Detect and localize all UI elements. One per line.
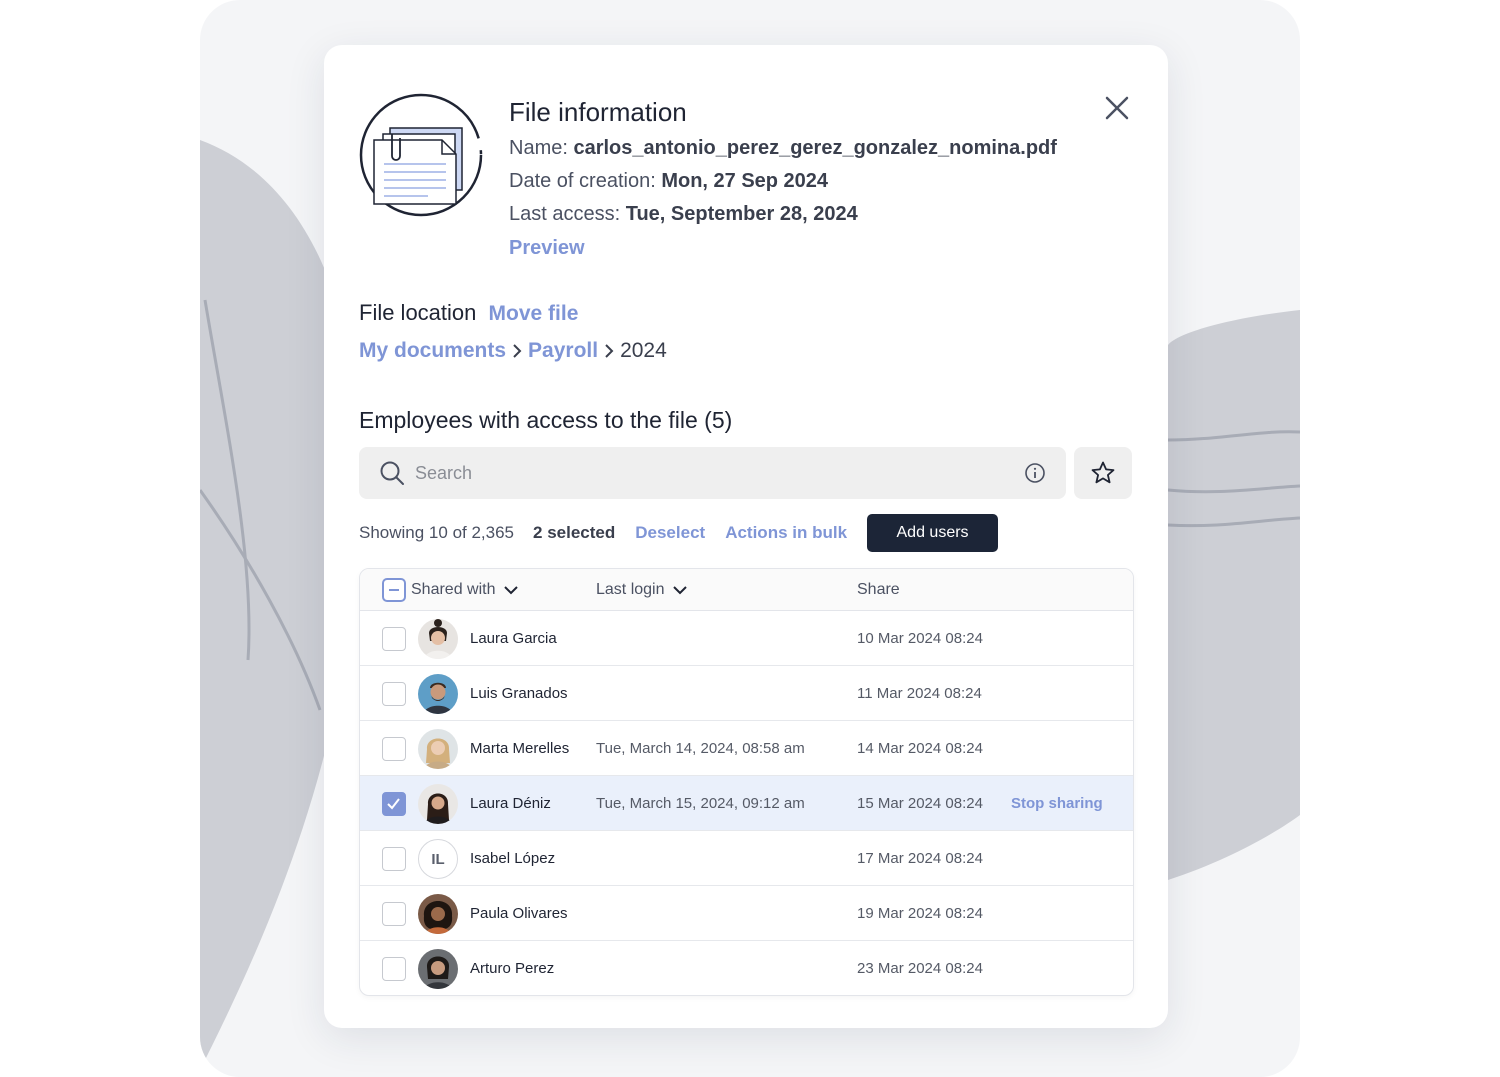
column-last-login-label: Last login <box>596 581 665 598</box>
breadcrumb-my-documents[interactable]: My documents <box>359 339 506 363</box>
selected-count: 2 selected <box>533 523 616 542</box>
stop-sharing-link[interactable]: Stop sharing <box>1011 795 1103 812</box>
add-users-button[interactable]: Add users <box>867 514 999 552</box>
document-illustration-icon <box>359 93 483 217</box>
breadcrumb-payroll[interactable]: Payroll <box>528 339 598 363</box>
bulk-actions-link[interactable]: Actions in bulk <box>725 523 847 543</box>
last-login-value: Tue, March 15, 2024, 09:12 am <box>596 795 805 812</box>
share-date: 23 Mar 2024 08:24 <box>857 960 983 977</box>
employee-name: Arturo Perez <box>470 960 555 977</box>
column-shared-with-label: Shared with <box>411 581 496 598</box>
last-access-value: Tue, September 28, 2024 <box>625 203 858 225</box>
row-checkbox[interactable] <box>382 682 406 706</box>
column-shared-with[interactable]: Shared with <box>411 581 518 599</box>
access-table: Shared with Last login Share Laura Garci… <box>359 568 1134 996</box>
select-all-checkbox[interactable] <box>382 578 406 602</box>
employee-name: Laura Déniz <box>470 795 551 812</box>
deselect-link[interactable]: Deselect <box>635 523 705 543</box>
chevron-right-icon <box>605 344 614 358</box>
file-information-modal: File information Name: carlos_antonio_pe… <box>324 45 1168 1028</box>
table-row[interactable]: IL Isabel López 17 Mar 2024 08:24 <box>360 831 1133 886</box>
file-name-value: carlos_antonio_perez_gerez_gonzalez_nomi… <box>573 137 1057 159</box>
share-date: 15 Mar 2024 08:24 <box>857 795 983 812</box>
row-checkbox[interactable] <box>382 902 406 926</box>
column-share: Share <box>857 581 900 599</box>
share-date: 17 Mar 2024 08:24 <box>857 850 983 867</box>
share-date: 14 Mar 2024 08:24 <box>857 740 983 757</box>
chevron-right-icon <box>513 344 522 358</box>
favorite-button[interactable] <box>1074 447 1132 499</box>
search-bar <box>359 447 1066 499</box>
avatar <box>418 949 458 989</box>
employee-name: Laura Garcia <box>470 630 557 647</box>
close-icon[interactable] <box>1104 95 1130 121</box>
share-date: 10 Mar 2024 08:24 <box>857 630 983 647</box>
employee-name: Paula Olivares <box>470 905 568 922</box>
file-location-title: File location <box>359 300 477 325</box>
share-date: 19 Mar 2024 08:24 <box>857 905 983 922</box>
star-icon <box>1091 461 1115 484</box>
move-file-link[interactable]: Move file <box>489 302 579 325</box>
preview-link[interactable]: Preview <box>509 237 585 260</box>
checkmark-icon <box>387 798 400 810</box>
employees-access-title: Employees with access to the file (5) <box>359 407 733 433</box>
search-input[interactable] <box>415 462 975 484</box>
employee-name: Marta Merelles <box>470 740 570 757</box>
file-name-line: Name: carlos_antonio_perez_gerez_gonzale… <box>509 137 1057 160</box>
table-row[interactable]: Arturo Perez 23 Mar 2024 08:24 <box>360 941 1133 995</box>
avatar <box>418 894 458 934</box>
avatar <box>418 784 458 824</box>
avatar <box>418 619 458 659</box>
info-icon[interactable] <box>1024 462 1046 484</box>
breadcrumb: My documents Payroll 2024 <box>359 339 667 363</box>
table-row[interactable]: Marta Merelles Tue, March 14, 2024, 08:5… <box>360 721 1133 776</box>
row-checkbox[interactable] <box>382 957 406 981</box>
table-row[interactable]: Luis Granados 11 Mar 2024 08:24 <box>360 666 1133 721</box>
selection-toolbar: Showing 10 of 2,365 2 selected Deselect … <box>359 514 999 552</box>
showing-count: Showing 10 of 2,365 <box>359 523 515 542</box>
table-row[interactable]: Laura Garcia 10 Mar 2024 08:24 <box>360 611 1133 666</box>
column-share-label: Share <box>857 581 900 598</box>
file-name-label: Name: <box>509 137 568 159</box>
row-checkbox[interactable] <box>382 737 406 761</box>
creation-date-value: Mon, 27 Sep 2024 <box>661 170 829 192</box>
avatar <box>418 674 458 714</box>
search-icon <box>380 461 404 485</box>
row-checkbox-checked[interactable] <box>382 792 406 816</box>
row-checkbox[interactable] <box>382 627 406 651</box>
last-access-line: Last access: Tue, September 28, 2024 <box>509 203 858 226</box>
avatar <box>418 729 458 769</box>
creation-date-label: Date of creation: <box>509 170 656 192</box>
column-last-login[interactable]: Last login <box>596 581 687 599</box>
row-checkbox[interactable] <box>382 847 406 871</box>
avatar-initials: IL <box>418 839 458 879</box>
creation-date-line: Date of creation: Mon, 27 Sep 2024 <box>509 170 828 193</box>
employee-name: Luis Granados <box>470 685 568 702</box>
share-date: 11 Mar 2024 08:24 <box>857 685 982 702</box>
breadcrumb-current: 2024 <box>620 339 667 362</box>
last-login-value: Tue, March 14, 2024, 08:58 am <box>596 740 805 757</box>
table-row-selected[interactable]: Laura Déniz Tue, March 15, 2024, 09:12 a… <box>360 776 1133 831</box>
chevron-down-icon <box>672 586 687 595</box>
employee-name: Isabel López <box>470 850 556 867</box>
table-row[interactable]: Paula Olivares 19 Mar 2024 08:24 <box>360 886 1133 941</box>
file-location-heading: File location Move file <box>359 300 578 326</box>
table-header: Shared with Last login Share <box>360 569 1133 611</box>
modal-title: File information <box>509 97 687 127</box>
last-access-label: Last access: <box>509 203 621 225</box>
chevron-down-icon <box>503 586 518 595</box>
